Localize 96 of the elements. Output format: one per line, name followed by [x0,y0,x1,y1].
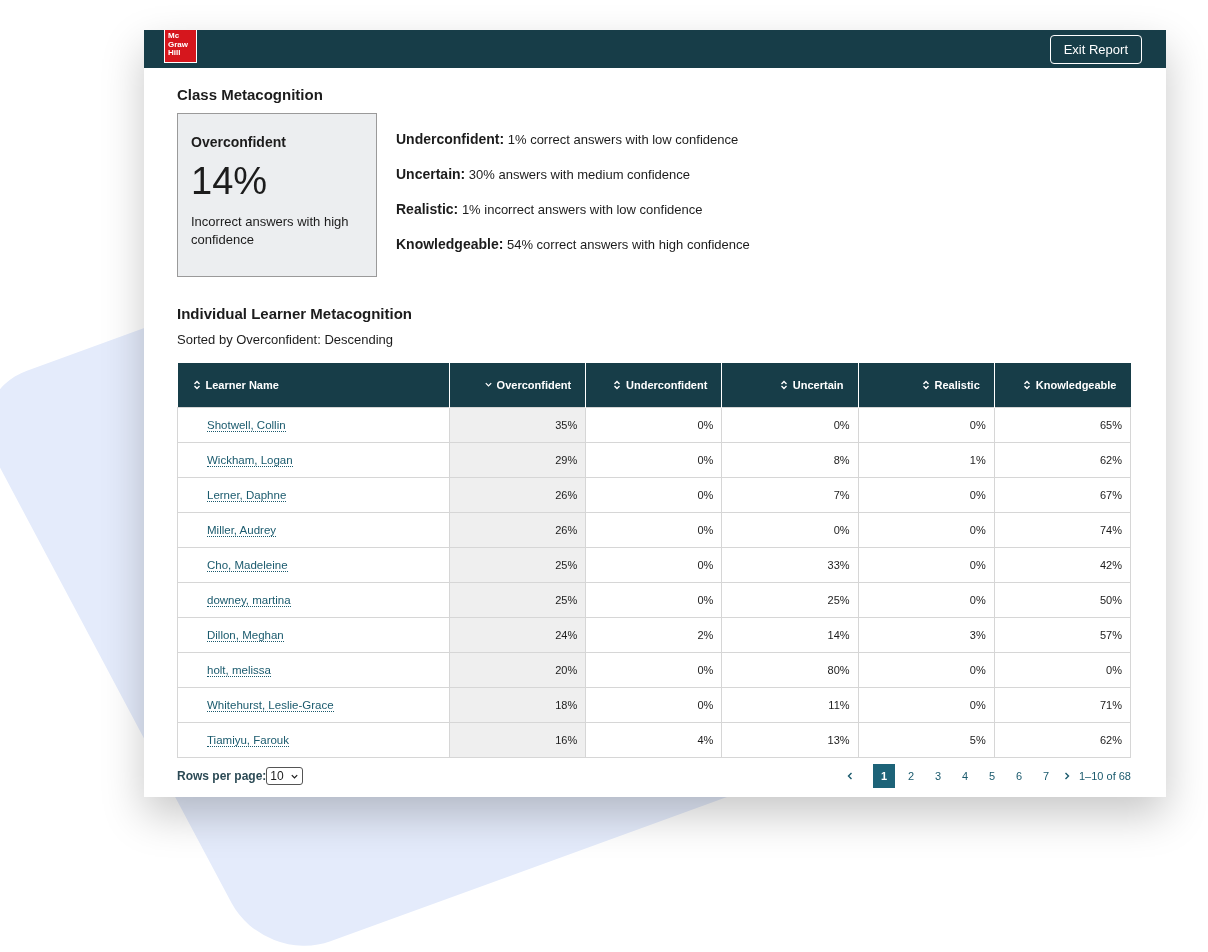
sort-icon [191,379,202,390]
learner-link[interactable]: Shotwell, Collin [207,419,286,432]
rows-per-page-select[interactable]: 10 [266,767,303,785]
table-cell: 0% [969,594,986,606]
highlight-label: Overconfident [191,134,287,150]
table-cell: 20% [555,664,578,676]
metric-description: Uncertain: 30% answers with medium confidence [396,166,691,182]
table-cell: 5% [969,734,986,746]
rows-per-page-label: Rows per page: [177,769,267,783]
table-cell: 0% [969,699,986,711]
table-cell: 4% [697,734,714,746]
column-header[interactable]: Realistic [858,363,995,408]
table-cell: 0% [969,419,986,431]
table-cell: 0% [697,524,714,536]
learner-link[interactable]: Tiamiyu, Farouk [207,734,289,747]
sort-descending-icon [483,380,493,390]
table-cell: 11% [828,699,850,711]
learner-link[interactable]: Miller, Audrey [207,524,277,537]
learner-link[interactable]: Dillon, Meghan [207,629,284,642]
table-cell: 2% [697,629,714,641]
table-cell: 80% [827,664,850,676]
table-cell: 3% [969,629,986,641]
table-cell: 18% [555,699,578,711]
page-button[interactable]: 3 [927,764,949,788]
learner-link[interactable]: Cho, Madeleine [207,559,288,572]
table-cell: 1% [969,454,986,466]
table-cell: 25% [827,594,850,606]
table-cell: 67% [1099,489,1122,501]
column-header[interactable]: Uncertain [721,363,859,408]
page-button[interactable]: 6 [1008,764,1030,788]
page-button[interactable]: 2 [900,764,922,788]
section-title: Class Metacognition [177,86,324,103]
brand-logo: Mc Graw Hill [164,30,197,63]
sort-note: Sorted by Overconfident: Descending [177,332,395,347]
table-cell: 26% [555,489,578,501]
table-cell: 62% [1099,454,1122,466]
table-cell: 29% [555,454,578,466]
sort-icon [612,379,623,390]
table-cell: 0% [969,559,986,571]
table-cell: 0% [697,419,714,431]
metric-description: Underconfident: 1% correct answers with low confidence [396,131,740,147]
table-cell: 26% [555,524,578,536]
sort-icon [1021,379,1032,390]
table-cell: 13% [827,734,850,746]
table-cell: 0% [833,419,850,431]
table-cell: 74% [1099,524,1122,536]
sort-icon [778,379,789,390]
table-cell: 62% [1099,734,1122,746]
table-cell: 8% [833,454,850,466]
column-header[interactable]: Overconfident [449,363,586,408]
table-cell: 0% [969,489,986,501]
learner-link[interactable]: downey, martina [207,594,291,607]
table-cell: 0% [697,559,714,571]
highlight-description: Incorrect answers with high confidence [191,213,350,249]
metric-description: Realistic: 1% incorrect answers with low confidence [396,201,704,217]
table-cell: 65% [1099,419,1122,431]
learner-link[interactable]: Lerner, Daphne [207,489,287,502]
column-header[interactable]: Underconfident [585,363,722,408]
table-cell: 0% [697,594,714,606]
column-header[interactable]: Learner Name [177,363,450,408]
table-cell: 16% [555,734,578,746]
page-range: 1–10 of 68 [1079,770,1131,782]
table-cell: 0% [697,699,714,711]
highlight-value: 14% [191,160,269,203]
table-cell: 25% [555,559,578,571]
exit-button[interactable]: Exit Report [1049,34,1142,64]
table-cell: 25% [555,594,578,606]
table-cell: 35% [555,419,578,431]
table-cell: 0% [969,664,986,676]
table-cell: 0% [697,454,714,466]
sort-icon [920,379,931,390]
section-title: Individual Learner Metacognition [177,305,414,322]
table-cell: 14% [827,629,850,641]
table-cell: 57% [1099,629,1122,641]
chevron-right-icon [1062,771,1072,781]
learner-link[interactable]: Whitehurst, Leslie-Grace [207,699,334,712]
table-cell: 71% [1099,699,1122,711]
chevron-left-icon [845,771,855,781]
table-cell: 0% [833,524,850,536]
metric-description: Knowledgeable: 54% correct answers with high confidence [396,236,750,252]
table-cell: 0% [697,664,714,676]
table-cell: 0% [1106,664,1122,676]
table-cell: 24% [555,629,578,641]
table-cell: 42% [1099,559,1122,571]
page-button[interactable]: 7 [1035,764,1057,788]
table-cell: 0% [697,489,714,501]
table-cell: 0% [969,524,986,536]
learner-link[interactable]: Wickham, Logan [207,454,293,467]
table-cell: 7% [833,489,850,501]
learner-link[interactable]: holt, melissa [207,664,271,677]
page-button[interactable]: 4 [954,764,976,788]
page-button[interactable]: 5 [981,764,1003,788]
page-button[interactable]: 1 [873,764,895,788]
table-cell: 33% [827,559,850,571]
column-header[interactable]: Knowledgeable [994,363,1131,408]
table-cell: 50% [1099,594,1122,606]
